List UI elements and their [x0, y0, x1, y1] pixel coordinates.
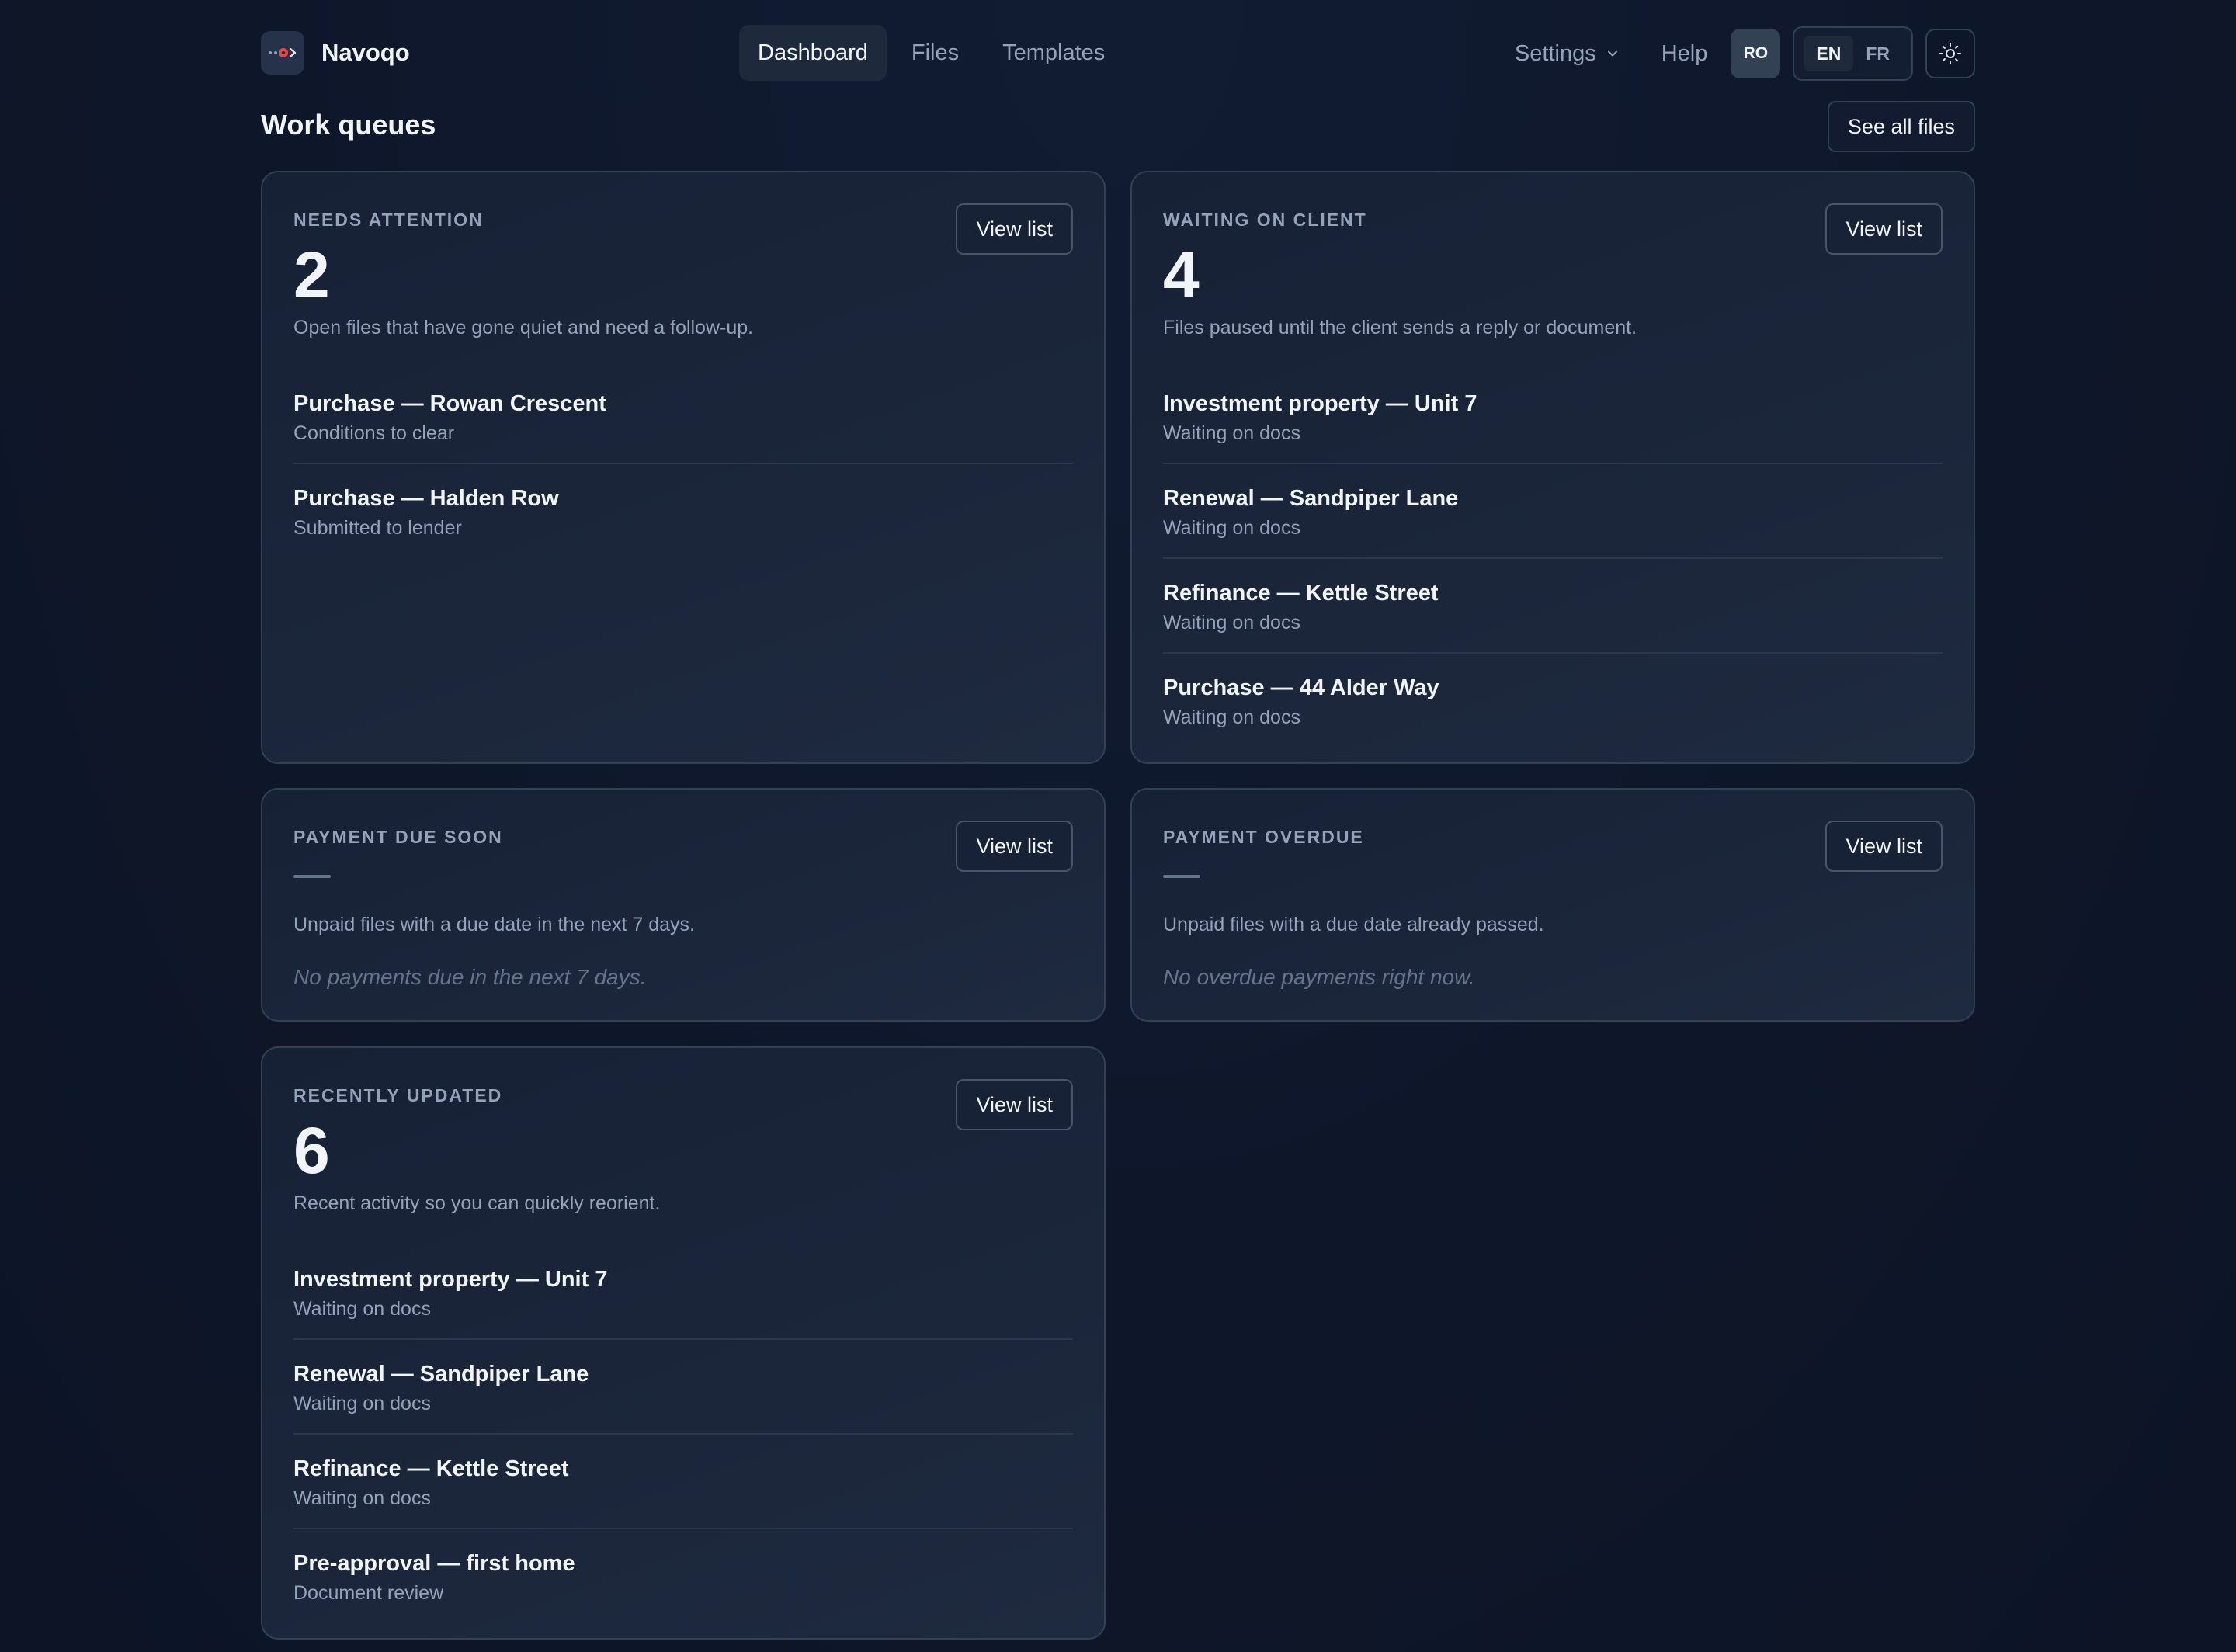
file-title: Renewal — Sandpiper Lane: [293, 1362, 589, 1386]
nav-dashboard[interactable]: Dashboard: [739, 25, 887, 81]
brand[interactable]: Navoqo: [261, 31, 410, 75]
file-title: Refinance — Kettle Street: [293, 1456, 569, 1481]
card-description: Open files that have gone quiet and need…: [293, 317, 754, 338]
header-actions: Settings Help RO EN FR: [1515, 26, 1975, 81]
queue-card-recently-updated: RECENTLY UPDATED View list 6 Recent acti…: [261, 1046, 1106, 1640]
list-item[interactable]: Pre-approval — first home Document revie…: [293, 1529, 1073, 1624]
list-item[interactable]: Investment property — Unit 7 Waiting on …: [1163, 370, 1943, 464]
file-status: Waiting on docs: [1163, 517, 1300, 539]
settings-label: Settings: [1514, 40, 1596, 66]
card-description: Unpaid files with a due date in the next…: [293, 914, 695, 935]
card-description: Files paused until the client sends a re…: [1163, 317, 1637, 338]
file-status: Conditions to clear: [293, 422, 455, 444]
list-item[interactable]: Purchase — Halden Row Submitted to lende…: [293, 464, 1073, 559]
nav-files[interactable]: Files: [893, 25, 977, 81]
list-item[interactable]: Renewal — Sandpiper Lane Waiting on docs: [293, 1340, 1073, 1435]
queue-card-needs-attention: NEEDS ATTENTION View list 2 Open files t…: [261, 171, 1106, 764]
file-title: Investment property — Unit 7: [293, 1267, 608, 1292]
help-link[interactable]: Help: [1661, 41, 1708, 67]
queue-count: 2: [293, 238, 330, 311]
list-item[interactable]: Purchase — Rowan Crescent Conditions to …: [293, 370, 1073, 464]
view-list-button[interactable]: View list: [956, 1079, 1073, 1130]
list-item[interactable]: Refinance — Kettle Street Waiting on doc…: [1163, 559, 1943, 654]
nav-templates[interactable]: Templates: [984, 25, 1123, 81]
view-list-button[interactable]: View list: [956, 821, 1073, 872]
list-item[interactable]: Purchase — 44 Alder Way Waiting on docs: [1163, 654, 1943, 748]
file-title: Renewal — Sandpiper Lane: [1163, 486, 1459, 511]
card-description: Unpaid files with a due date already pas…: [1163, 914, 1544, 935]
card-label: NEEDS ATTENTION: [293, 210, 484, 230]
queue-card-waiting-on-client: WAITING ON CLIENT View list 4 Files paus…: [1130, 171, 1975, 764]
empty-state-text: No overdue payments right now.: [1163, 965, 1475, 989]
file-title: Pre-approval — first home: [293, 1551, 575, 1576]
card-label: RECENTLY UPDATED: [293, 1085, 503, 1105]
queue-card-payment-due-soon: PAYMENT DUE SOON View list Unpaid files …: [261, 788, 1106, 1022]
empty-count-dash: [293, 875, 331, 878]
top-header: Navoqo Dashboard Files Templates Setting…: [0, 0, 2236, 106]
file-status: Waiting on docs: [1163, 422, 1300, 444]
file-status: Waiting on docs: [1163, 612, 1300, 633]
queue-count: 4: [1163, 238, 1200, 311]
card-label: WAITING ON CLIENT: [1163, 210, 1367, 230]
sun-icon: [1939, 43, 1961, 64]
view-list-button[interactable]: View list: [1825, 821, 1943, 872]
file-status: Waiting on docs: [293, 1487, 431, 1509]
file-title: Investment property — Unit 7: [1163, 391, 1477, 416]
file-title: Refinance — Kettle Street: [1163, 581, 1439, 606]
file-status: Waiting on docs: [293, 1393, 431, 1414]
file-title: Purchase — Rowan Crescent: [293, 391, 606, 416]
queue-card-payment-overdue: PAYMENT OVERDUE View list Unpaid files w…: [1130, 788, 1975, 1022]
main-nav: Dashboard Files Templates: [739, 25, 1130, 81]
file-status: Waiting on docs: [293, 1298, 431, 1320]
brand-name: Navoqo: [321, 39, 410, 66]
avatar[interactable]: RO: [1731, 29, 1781, 78]
empty-state-text: No payments due in the next 7 days.: [293, 965, 647, 989]
file-title: Purchase — 44 Alder Way: [1163, 675, 1439, 700]
lang-fr-button[interactable]: FR: [1853, 36, 1902, 71]
card-label: PAYMENT DUE SOON: [293, 827, 503, 847]
lang-en-button[interactable]: EN: [1804, 36, 1854, 71]
file-status: Waiting on docs: [1163, 706, 1300, 728]
view-list-button[interactable]: View list: [956, 203, 1073, 255]
brand-logo-icon: [261, 31, 304, 75]
list-item[interactable]: Refinance — Kettle Street Waiting on doc…: [293, 1435, 1073, 1529]
file-status: Submitted to lender: [293, 517, 462, 539]
language-toggle: EN FR: [1793, 26, 1913, 81]
file-list: Investment property — Unit 7 Waiting on …: [293, 1245, 1073, 1624]
page-title: Work queues: [261, 109, 436, 141]
see-all-files-button[interactable]: See all files: [1827, 101, 1975, 152]
file-list: Purchase — Rowan Crescent Conditions to …: [293, 370, 1073, 559]
card-description: Recent activity so you can quickly reori…: [293, 1192, 661, 1214]
queue-count: 6: [293, 1114, 330, 1187]
empty-count-dash: [1163, 875, 1200, 878]
file-list: Investment property — Unit 7 Waiting on …: [1163, 370, 1943, 748]
card-label: PAYMENT OVERDUE: [1163, 827, 1364, 847]
theme-toggle-button[interactable]: [1925, 29, 1975, 78]
chevron-down-icon: [1607, 50, 1617, 57]
list-item[interactable]: Renewal — Sandpiper Lane Waiting on docs: [1163, 464, 1943, 559]
file-status: Document review: [293, 1582, 444, 1604]
settings-menu[interactable]: Settings: [1515, 41, 1618, 67]
list-item[interactable]: Investment property — Unit 7 Waiting on …: [293, 1245, 1073, 1340]
file-title: Purchase — Halden Row: [293, 486, 559, 511]
view-list-button[interactable]: View list: [1825, 203, 1943, 255]
